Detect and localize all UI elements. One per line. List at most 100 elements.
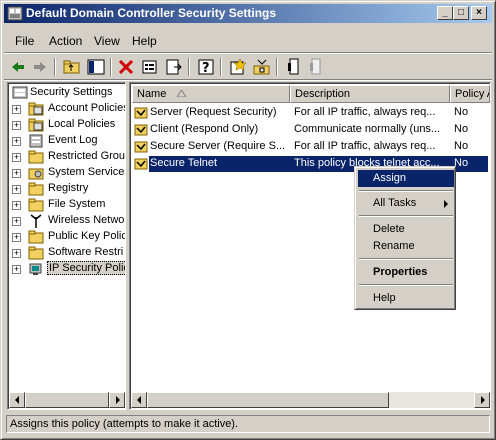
- policy-folder-icon: [28, 102, 44, 116]
- ip-security-icon: [29, 263, 42, 275]
- context-item-delete[interactable]: Delete: [358, 221, 454, 238]
- tree-pane[interactable]: Security Settings + Account Policies + Loca…: [7, 82, 126, 410]
- expand-icon[interactable]: +: [12, 153, 21, 162]
- toolbar-separator: [220, 58, 222, 76]
- toolbar-separator: [188, 58, 190, 76]
- tree-item-label: System Services: [48, 166, 126, 178]
- back-icon[interactable]: [8, 57, 28, 77]
- arrow-right-icon: [116, 396, 120, 404]
- expand-icon[interactable]: +: [12, 265, 21, 274]
- export-list-icon[interactable]: [164, 57, 184, 77]
- context-item-assign[interactable]: Assign: [358, 170, 454, 187]
- column-description-label: Description: [295, 88, 351, 100]
- expand-icon[interactable]: +: [12, 249, 21, 258]
- folder-icon: [28, 182, 44, 196]
- assign-icon[interactable]: [284, 57, 304, 77]
- column-policy-assigned-label: Policy A: [455, 88, 489, 100]
- tree-hscrollbar[interactable]: [9, 392, 125, 408]
- column-header-name[interactable]: Name: [132, 85, 290, 103]
- event-log-icon: [29, 134, 43, 148]
- list-hscrollbar[interactable]: [131, 392, 490, 408]
- unassign-icon[interactable]: [306, 57, 326, 77]
- column-name-label: Name: [137, 88, 167, 100]
- properties-icon[interactable]: [140, 57, 160, 77]
- cell-name: Secure Telnet: [150, 157, 218, 169]
- toolbar-bottom-separator: [4, 79, 492, 81]
- context-item-delete-label: Delete: [373, 223, 405, 235]
- maximize-button[interactable]: □: [453, 6, 469, 20]
- context-item-rename[interactable]: Rename: [358, 238, 454, 255]
- context-item-properties[interactable]: Properties: [358, 264, 454, 281]
- title-bar[interactable]: Default Domain Controller Security Setti…: [4, 4, 492, 23]
- toolbar-separator: [110, 58, 112, 76]
- scroll-right-button[interactable]: [109, 392, 125, 408]
- toolbar-separator: [276, 58, 278, 76]
- context-menu: Assign All Tasks Delete Rename Propertie…: [354, 166, 456, 310]
- policy-folder-icon: [28, 118, 44, 132]
- context-item-help[interactable]: Help: [358, 290, 454, 307]
- context-separator: [359, 258, 453, 260]
- scroll-thumb[interactable]: [147, 392, 389, 408]
- maximize-icon: □: [457, 7, 465, 18]
- tree-root-label: Security Settings: [30, 86, 113, 98]
- status-text: Assigns this policy (attempts to make it…: [10, 418, 239, 430]
- menu-help[interactable]: Help: [132, 34, 157, 48]
- arrow-left-icon: [137, 396, 141, 404]
- cell-name: Client (Respond Only): [150, 123, 259, 135]
- tree-item-label: Wireless Netwo: [48, 214, 125, 226]
- forward-icon[interactable]: [30, 57, 50, 77]
- policy-row[interactable]: Secure Server (Require S... For all IP tr…: [132, 139, 488, 155]
- close-icon: ×: [476, 7, 482, 18]
- cell-name: Secure Server (Require S...: [150, 140, 286, 152]
- scroll-right-button[interactable]: [474, 392, 490, 408]
- column-header-policy-assigned[interactable]: Policy A: [450, 85, 490, 103]
- tree-item-label: Registry: [48, 182, 89, 194]
- add-policy-icon[interactable]: [228, 57, 248, 77]
- tree-item-label: IP Security Polic: [47, 261, 125, 275]
- expand-icon[interactable]: +: [12, 137, 21, 146]
- policy-row[interactable]: Server (Request Security) For all IP traf…: [132, 105, 488, 121]
- services-icon: [28, 168, 44, 180]
- arrow-left-icon: [15, 396, 19, 404]
- manage-filters-icon[interactable]: [252, 57, 272, 77]
- scroll-thumb[interactable]: [25, 392, 109, 408]
- context-item-assign-label: Assign: [373, 172, 407, 184]
- tree-item-label: Account Policies: [48, 102, 126, 114]
- up-folder-icon[interactable]: [62, 57, 82, 77]
- cell-description: For all IP traffic, always req...: [294, 140, 436, 152]
- column-header-description[interactable]: Description: [290, 85, 450, 103]
- expand-icon[interactable]: +: [12, 201, 21, 210]
- security-settings-icon: [12, 86, 28, 99]
- delete-icon[interactable]: [116, 57, 136, 77]
- expand-icon[interactable]: +: [12, 185, 21, 194]
- security-settings-app-icon[interactable]: [7, 6, 23, 21]
- folder-icon: [28, 150, 44, 164]
- expand-icon[interactable]: +: [12, 217, 21, 226]
- policy-row[interactable]: Client (Respond Only) Communicate normall…: [132, 122, 488, 138]
- help-icon[interactable]: ?: [196, 57, 216, 77]
- folder-icon: [28, 230, 44, 244]
- context-item-all-tasks[interactable]: All Tasks: [358, 195, 454, 212]
- toolbar-separator: [54, 58, 56, 76]
- menu-file[interactable]: File: [15, 34, 34, 48]
- menu-view[interactable]: View: [94, 34, 120, 48]
- minimize-button[interactable]: _: [437, 6, 453, 20]
- tree-item-label: Event Log: [48, 134, 98, 146]
- submenu-arrow-icon: [444, 200, 448, 208]
- expand-icon[interactable]: +: [12, 105, 21, 114]
- cell-assigned: No: [454, 123, 469, 135]
- expand-icon[interactable]: +: [12, 233, 21, 242]
- show-hide-tree-icon[interactable]: [86, 57, 106, 77]
- scroll-left-button[interactable]: [9, 392, 25, 408]
- context-separator: [359, 190, 453, 192]
- tree-item-label: Local Policies: [48, 118, 116, 130]
- menu-bar: File Action View Help: [4, 31, 492, 51]
- menu-action[interactable]: Action: [49, 34, 82, 48]
- context-item-help-label: Help: [373, 292, 396, 304]
- expand-icon[interactable]: +: [12, 169, 21, 178]
- window-title: Default Domain Controller Security Setti…: [26, 6, 277, 20]
- cell-description: Communicate normally (uns...: [294, 123, 441, 135]
- scroll-left-button[interactable]: [131, 392, 147, 408]
- expand-icon[interactable]: +: [12, 121, 21, 130]
- close-button[interactable]: ×: [471, 6, 487, 20]
